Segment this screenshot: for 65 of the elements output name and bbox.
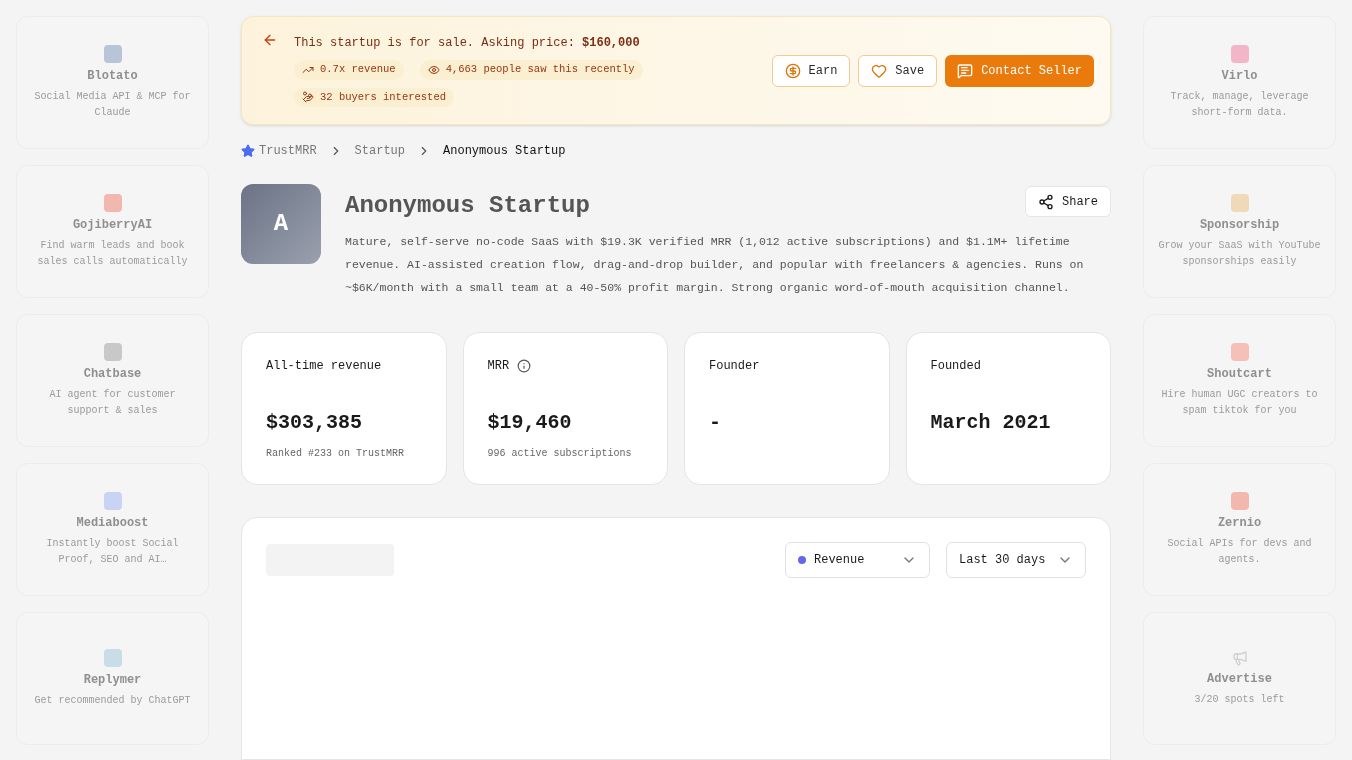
stat-value: $19,460 <box>487 410 573 436</box>
stat-label: Founded <box>930 358 981 375</box>
sale-text: This startup is for sale. Asking price: $160,000 <box>294 34 641 52</box>
ad-tagline: Get recommended by ChatGPT <box>34 693 191 708</box>
info-icon[interactable] <box>517 359 532 373</box>
ad-card[interactable]: Sponsorship Grow your SaaS with YouTube sponsorships easily <box>1143 165 1336 298</box>
ad-card[interactable]: GojiberryAI Find warm leads and book sales calls automatically <box>16 165 209 298</box>
stat-value: - <box>709 410 722 436</box>
stat-note: Ranked #233 on TrustMRR <box>266 447 406 461</box>
ad-name: Zernio <box>1217 514 1262 532</box>
ad-name: Sponsorship <box>1199 216 1280 234</box>
stat-value: $303,385 <box>266 410 363 436</box>
eye-icon <box>427 63 440 76</box>
save-button[interactable]: Save <box>858 54 938 87</box>
ad-card[interactable]: Mediaboost Instantly boost Social Proof, SEO and AI… <box>16 463 209 596</box>
ad-tagline: Grow your SaaS with YouTube sponsorships easily <box>1157 238 1322 269</box>
star-icon <box>241 144 255 158</box>
ad-card[interactable]: Virlo Track, manage, leverage short-form data. <box>1143 16 1336 149</box>
stat-label: MRR <box>487 358 510 375</box>
contact-seller-button[interactable]: Contact Seller <box>945 54 1094 87</box>
breadcrumb-link[interactable]: TrustMRR <box>259 142 317 160</box>
ad-card[interactable]: Replymer Get recommended by ChatGPT <box>16 612 209 745</box>
stat-chip: 32 buyers interested <box>294 87 455 108</box>
back-arrow-icon[interactable] <box>262 32 278 48</box>
earn-button[interactable]: Earn <box>771 54 851 87</box>
ad-name: Shoutcart <box>1207 365 1272 383</box>
share-button[interactable]: Share <box>1025 186 1111 217</box>
ad-name: Virlo <box>1221 67 1258 85</box>
ad-name: Chatbase <box>83 365 142 383</box>
ad-tagline: Track, manage, leverage short-form data. <box>1169 89 1310 120</box>
ad-card[interactable]: Chatbase AI agent for customer support & sales <box>16 314 209 447</box>
ad-tagline: 3/20 spots left <box>1194 692 1285 707</box>
ad-tagline: Social APIs for devs and agents. <box>1166 536 1313 567</box>
share-icon <box>1038 193 1054 210</box>
stat-value: March 2021 <box>930 410 1052 436</box>
stat-label: All-time revenue <box>266 358 382 375</box>
startup-avatar: A <box>241 184 321 264</box>
ad-tagline: Find warm leads and book sales calls automatically <box>36 238 189 269</box>
ad-name: Replymer <box>83 671 142 689</box>
metric-dropdown[interactable]: Revenue <box>785 542 930 578</box>
message-icon <box>957 62 974 79</box>
ad-name: Mediaboost <box>76 514 149 532</box>
range-dropdown[interactable]: Last 30 days <box>946 542 1086 578</box>
stat-chip: 4,663 people saw this recently <box>419 59 643 80</box>
ad-card[interactable]: Blotato Social Media API & MCP for Claude <box>16 16 209 149</box>
ad-name: Advertise <box>1207 670 1272 688</box>
ad-tagline: Instantly boost Social Proof, SEO and AI… <box>45 536 180 567</box>
startup-name: Anonymous Startup <box>345 191 590 221</box>
breadcrumb-link[interactable]: Startup <box>354 142 406 160</box>
ad-tagline: Social Media API & MCP for Claude <box>33 89 192 120</box>
breadcrumb-link[interactable]: Anonymous Startup <box>443 142 566 160</box>
hand-coins-icon <box>302 91 314 104</box>
ad-card[interactable]: Zernio Social APIs for devs and agents. <box>1143 463 1336 596</box>
stat-chip: 0.7x revenue <box>294 59 404 80</box>
ad-tagline: AI agent for customer support & sales <box>48 387 177 418</box>
heart-icon <box>871 62 888 79</box>
ad-card[interactable]: Shoutcart Hire human UGC creators to spam tiktok for you <box>1143 314 1336 447</box>
startup-description: Mature, self-serve no-code SaaS with $19.3K verified MRR (1,012 active subscriptions) and $1.1M+ lifetime revenue. AI-assisted creation flow, drag-and-drop builder, and popular with freelancers & agencies. Runs on ~$6K/month with a small team at a 40-50% profit margin. Strong organic word-of-mouth acquisition channel. <box>345 234 1085 296</box>
stat-note: 996 active subscriptions <box>487 447 633 461</box>
ad-card[interactable]: Advertise 3/20 spots left <box>1143 612 1336 745</box>
stat-label: Founder <box>709 358 760 375</box>
ad-name: GojiberryAI <box>72 216 153 234</box>
ad-name: Blotato <box>87 67 138 85</box>
ad-tagline: Hire human UGC creators to spam tiktok for you <box>1160 387 1319 418</box>
dollar-coin-icon <box>784 62 801 79</box>
